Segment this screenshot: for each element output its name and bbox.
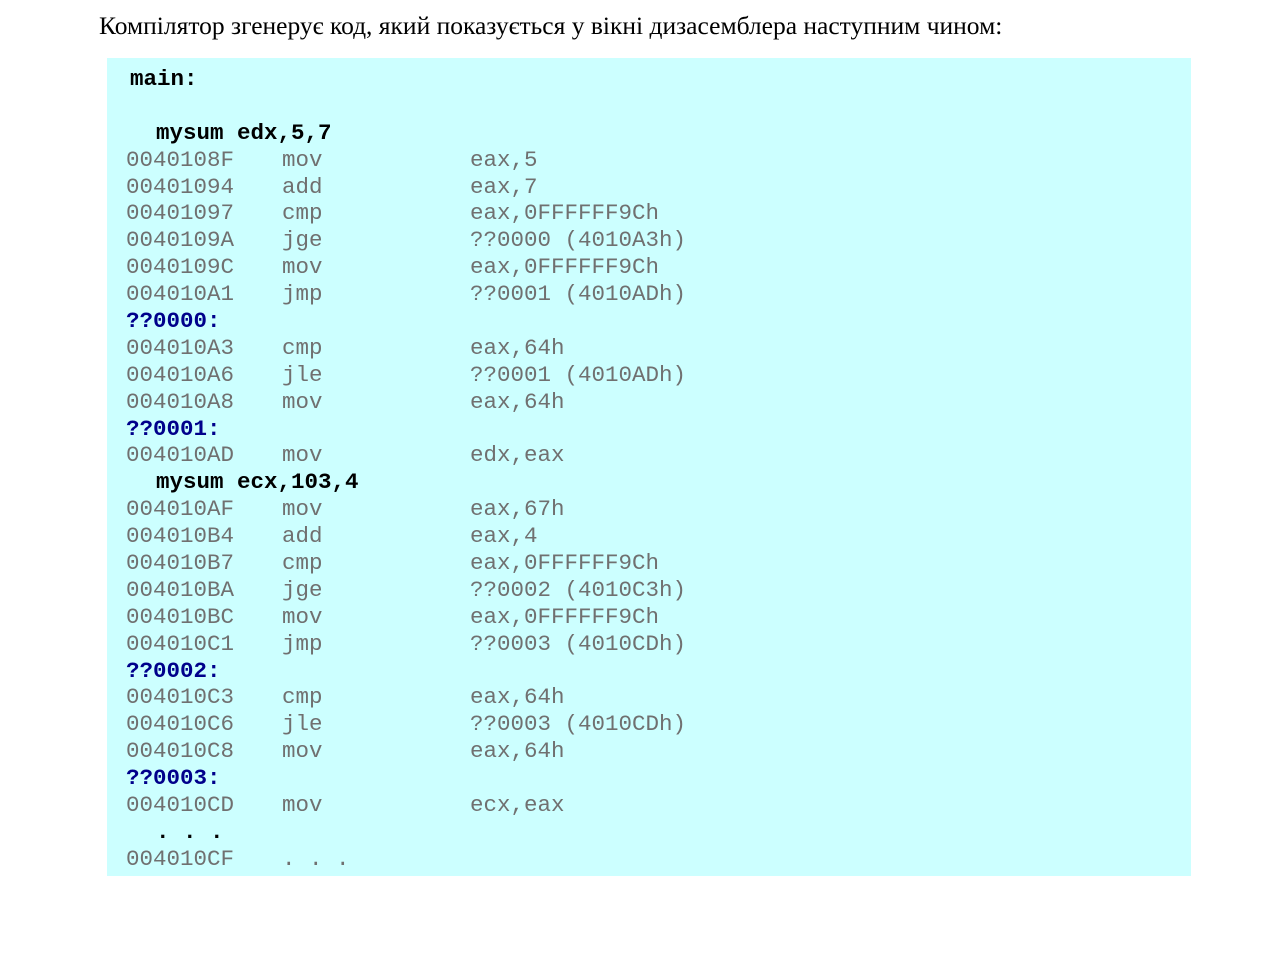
instruction-mnemonic: cmp (282, 200, 323, 227)
asm-instruction: 004010CD mov ecx,eax (126, 792, 686, 819)
source-line: main: (130, 66, 198, 92)
instruction-operands: edx,eax (470, 442, 565, 469)
instruction-address: 004010C6 (126, 711, 235, 738)
asm-instruction: 004010AD mov edx,eax (126, 442, 686, 469)
asm-instruction: 0040109C mov eax,0FFFFFF9Ch (126, 254, 686, 281)
asm-instruction: 0040109A jge ??0000 (4010A3h) (126, 227, 686, 254)
asm-instruction: 004010A3 cmp eax,64h (126, 335, 686, 362)
instruction-address: 004010CD (126, 792, 235, 819)
instruction-operands: eax,64h (470, 738, 565, 765)
instruction-mnemonic: jge (282, 227, 323, 254)
instruction-operands: eax,7 (470, 173, 538, 200)
instruction-operands: eax,0FFFFFF9Ch (470, 200, 660, 227)
code-lines: main: mysum edx,5,7 0040108F mov eax,5 004010… (126, 66, 686, 873)
instruction-address: 004010BA (126, 576, 235, 603)
instruction-address: 004010A1 (126, 281, 235, 308)
instruction-address: 0040109C (126, 254, 235, 281)
instruction-address: 004010C1 (126, 630, 235, 657)
intro-paragraph: Компілятор згенерує код, який показуєтьс… (99, 11, 1003, 40)
source-line: mysum ecx,103,4 (156, 469, 359, 496)
instruction-address: 004010BC (126, 603, 235, 630)
asm-instruction: 004010A6 jle ??0001 (4010ADh) (126, 362, 686, 389)
instruction-address: 004010A3 (126, 334, 235, 361)
instruction-mnemonic: mov (282, 738, 323, 765)
instruction-mnemonic: jmp (282, 281, 323, 308)
asm-instruction: 004010A8 mov eax,64h (126, 389, 686, 416)
asm-instruction: 004010C3 cmp eax,64h (126, 684, 686, 711)
instruction-address: 004010C8 (126, 738, 235, 765)
code-label: ??0002: (126, 657, 221, 684)
instruction-mnemonic: add (282, 523, 323, 550)
asm-instruction: 004010AF mov eax,67h (126, 496, 686, 523)
instruction-operands: eax,0FFFFFF9Ch (470, 550, 660, 577)
instruction-mnemonic: mov (282, 442, 323, 469)
code-label: ??0001: (126, 415, 221, 442)
instruction-operands: eax,67h (470, 496, 565, 523)
asm-instruction: 004010C6 jle ??0003 (4010CDh) (126, 711, 686, 738)
instruction-operands: eax,64h (470, 334, 565, 361)
instruction-mnemonic: jle (282, 711, 323, 738)
code-label: ??0000: (126, 308, 221, 335)
instruction-address: 004010B7 (126, 550, 235, 577)
instruction-address: 004010AD (126, 442, 235, 469)
instruction-mnemonic: jle (282, 361, 323, 388)
instruction-mnemonic: cmp (282, 334, 323, 361)
asm-instruction: 004010A1 jmp ??0001 (4010ADh) (126, 281, 686, 308)
instruction-operands: eax,0FFFFFF9Ch (470, 254, 660, 281)
asm-instruction: 004010C1 jmp ??0003 (4010CDh) (126, 631, 686, 658)
instruction-address: 004010B4 (126, 523, 235, 550)
instruction-operands: ecx,eax (470, 792, 565, 819)
instruction-mnemonic: . . . (282, 845, 350, 872)
asm-instruction: 004010B7 cmp eax,0FFFFFF9Ch (126, 550, 686, 577)
instruction-address: 004010A8 (126, 388, 235, 415)
asm-instruction: 004010CF . . . (126, 846, 686, 873)
instruction-mnemonic: cmp (282, 684, 323, 711)
asm-instruction: 00401097 cmp eax,0FFFFFF9Ch (126, 200, 686, 227)
instruction-mnemonic: add (282, 173, 323, 200)
instruction-mnemonic: mov (282, 388, 323, 415)
instruction-address: 00401094 (126, 173, 235, 200)
instruction-operands: eax,64h (470, 684, 565, 711)
instruction-operands: ??0000 (4010A3h) (470, 227, 687, 254)
instruction-address: 00401097 (126, 200, 235, 227)
code-label: ??0003: (126, 765, 221, 792)
instruction-mnemonic: jge (282, 576, 323, 603)
asm-instruction: 004010C8 mov eax,64h (126, 738, 686, 765)
instruction-operands: eax,64h (470, 388, 565, 415)
instruction-operands: ??0003 (4010CDh) (470, 711, 687, 738)
instruction-address: 0040109A (126, 227, 235, 254)
instruction-operands: eax,4 (470, 523, 538, 550)
instruction-operands: eax,0FFFFFF9Ch (470, 603, 660, 630)
instruction-address: 0040108F (126, 146, 235, 173)
instruction-operands: ??0001 (4010ADh) (470, 361, 687, 388)
asm-instruction: 004010B4 add eax,4 (126, 523, 686, 550)
instruction-address: 004010C3 (126, 684, 235, 711)
instruction-mnemonic: mov (282, 792, 323, 819)
source-line: mysum edx,5,7 (156, 119, 332, 146)
instruction-address: 004010CF (126, 845, 235, 872)
instruction-mnemonic: mov (282, 254, 323, 281)
instruction-mnemonic: cmp (282, 550, 323, 577)
instruction-operands: ??0003 (4010CDh) (470, 630, 687, 657)
asm-instruction: 004010BA jge ??0002 (4010C3h) (126, 577, 686, 604)
asm-instruction: 00401094 add eax,7 (126, 174, 686, 201)
instruction-address: 004010A6 (126, 361, 235, 388)
instruction-address: 004010AF (126, 496, 235, 523)
instruction-mnemonic: jmp (282, 630, 323, 657)
asm-instruction: 0040108F mov eax,5 (126, 147, 686, 174)
instruction-mnemonic: mov (282, 146, 323, 173)
disassembly-listing: main: mysum edx,5,7 0040108F mov eax,5 004010… (107, 58, 1191, 876)
instruction-operands: ??0001 (4010ADh) (470, 281, 687, 308)
instruction-operands: ??0002 (4010C3h) (470, 576, 687, 603)
instruction-mnemonic: mov (282, 603, 323, 630)
instruction-operands: eax,5 (470, 146, 538, 173)
source-line: . . . (156, 818, 224, 845)
instruction-mnemonic: mov (282, 496, 323, 523)
asm-instruction: 004010BC mov eax,0FFFFFF9Ch (126, 604, 686, 631)
